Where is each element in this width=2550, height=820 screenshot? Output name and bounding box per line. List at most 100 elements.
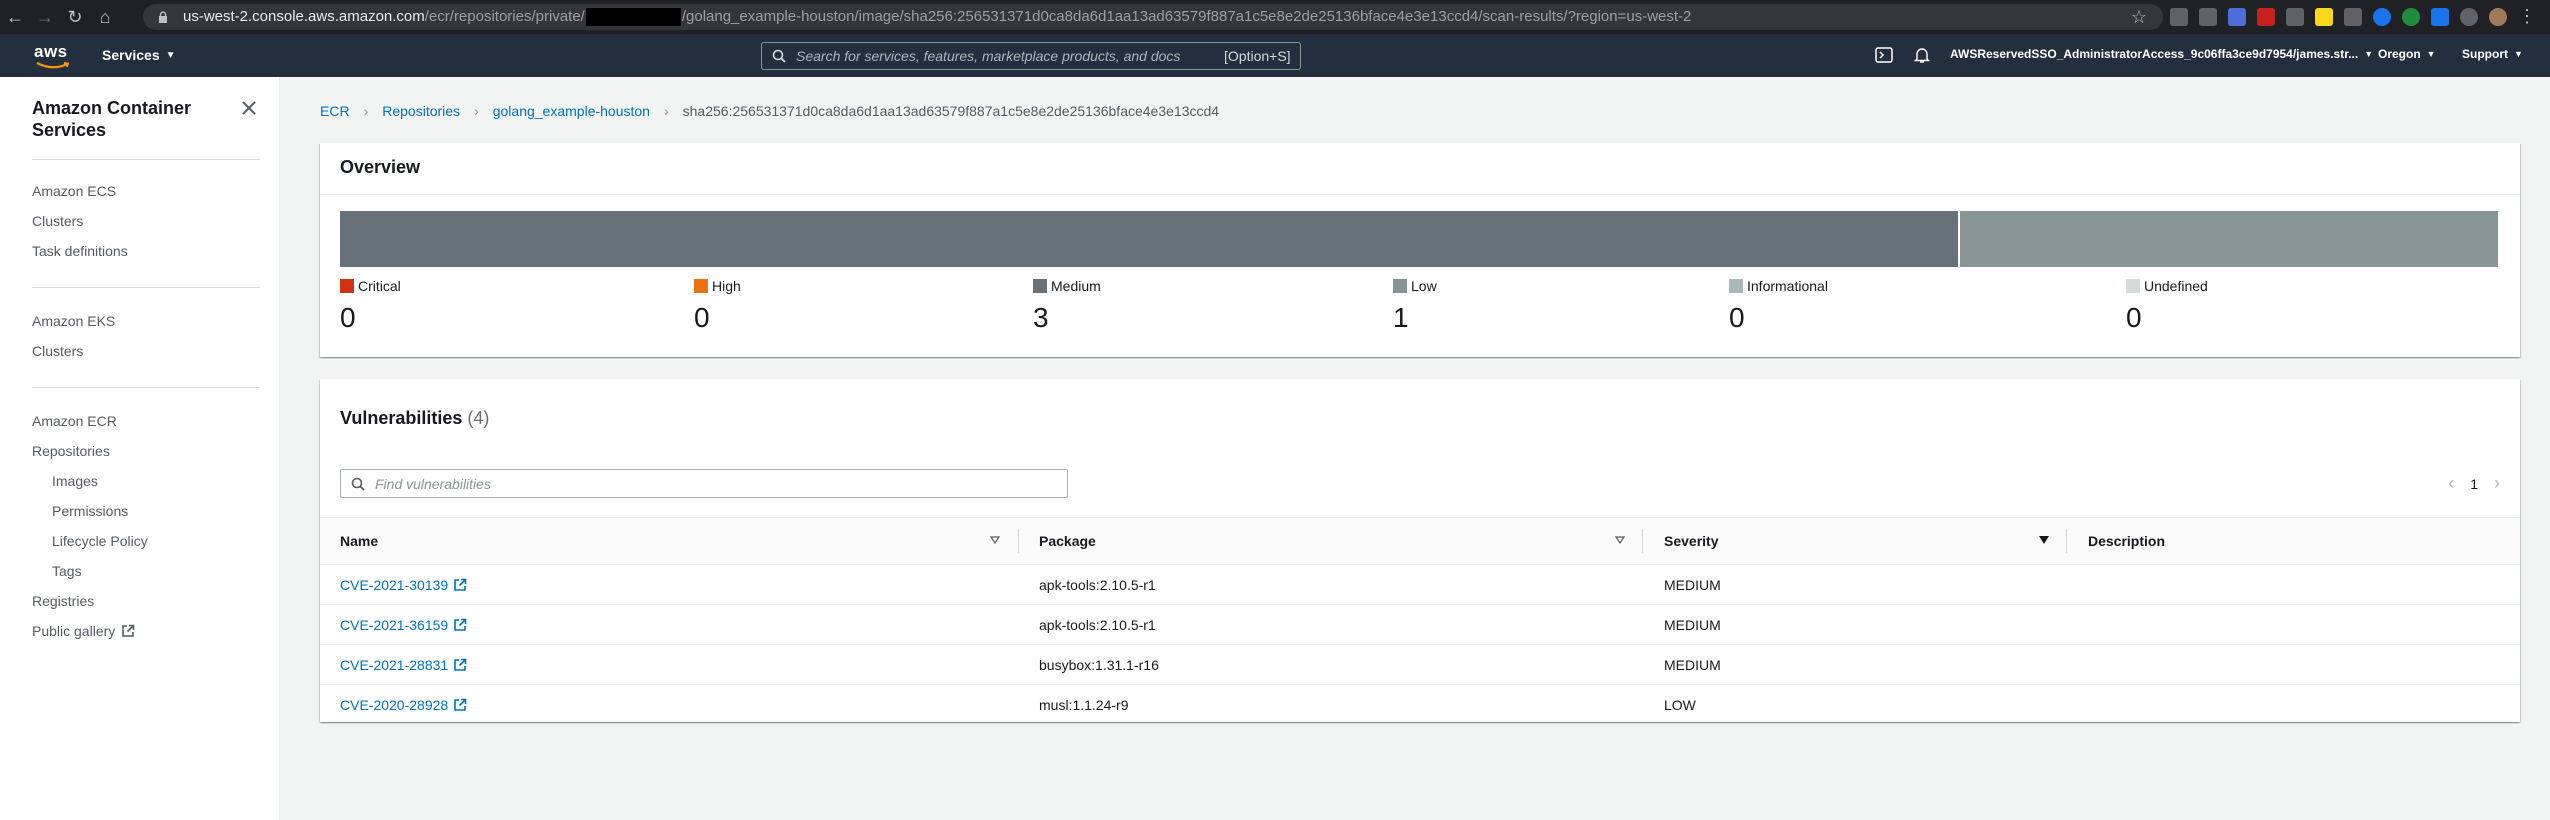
account-menu[interactable]: AWSReservedSSO_AdministratorAccess_9c06f… — [1950, 47, 2373, 61]
extension-icon[interactable] — [2228, 7, 2246, 26]
table-row: CVE-2021-36159 apk-tools:2.10.5-r1 MEDIU… — [320, 605, 2520, 645]
browser-toolbar: ← → ↻ ⌂ us-west-2.console.aws.amazon.com… — [0, 0, 2550, 34]
profile-avatar[interactable] — [2489, 7, 2507, 26]
sidebar-item-amazon-ecr[interactable]: Amazon ECR — [32, 413, 117, 429]
high-swatch — [694, 279, 708, 293]
sort-icon[interactable] — [1615, 536, 1625, 544]
severity-label: Low — [1411, 278, 1437, 294]
severity-medium: Medium 3 — [1033, 278, 1101, 334]
severity-cell: MEDIUM — [1664, 577, 1721, 593]
cloudshell-icon[interactable] — [1875, 47, 1893, 63]
aws-console-header: aws Services ▼ [Option+S] AWSReservedSSO… — [0, 34, 2550, 77]
sort-icon[interactable] — [990, 536, 1000, 544]
sidebar-item-eks-clusters[interactable]: Clusters — [32, 343, 83, 359]
back-icon[interactable]: ← — [0, 0, 30, 34]
sidebar-item-ecs-clusters[interactable]: Clusters — [32, 213, 83, 229]
filter-input[interactable] — [375, 475, 1035, 492]
sidebar-item-registries[interactable]: Registries — [32, 593, 94, 609]
chevron-right-icon[interactable]: › — [2494, 473, 2500, 494]
table-row: CVE-2021-28831 busybox:1.31.1-r16 MEDIUM — [320, 645, 2520, 685]
external-link-icon — [454, 578, 467, 591]
close-icon[interactable] — [238, 97, 260, 119]
side-navigation: Amazon Container Services Amazon ECS Clu… — [0, 77, 280, 820]
bookmark-star-icon[interactable]: ☆ — [2131, 7, 2147, 28]
severity-label: Undefined — [2144, 278, 2208, 294]
cve-id: CVE-2021-30139 — [340, 577, 449, 593]
divider — [320, 194, 2520, 195]
region-menu[interactable]: Oregon ▼ — [2378, 47, 2436, 61]
search-input[interactable] — [796, 48, 1216, 64]
sidebar-item-tags[interactable]: Tags — [52, 563, 82, 579]
breadcrumb-repositories[interactable]: Repositories — [382, 103, 460, 119]
column-header-name[interactable]: Name — [340, 533, 378, 549]
sort-descending-icon[interactable] — [2039, 536, 2049, 544]
support-menu[interactable]: Support ▼ — [2462, 47, 2523, 61]
cve-link[interactable]: CVE-2021-30139 — [340, 577, 467, 593]
severity-count: 0 — [2126, 302, 2142, 333]
extension-icon[interactable] — [2431, 7, 2449, 26]
extension-icon[interactable] — [2257, 7, 2275, 26]
cve-link[interactable]: CVE-2020-28928 — [340, 697, 467, 713]
column-divider — [2066, 529, 2067, 553]
severity-informational: Informational 0 — [1729, 278, 1828, 334]
search-shortcut: [Option+S] — [1224, 48, 1291, 64]
severity-distribution-bar — [340, 211, 2500, 267]
chevron-left-icon[interactable]: ‹ — [2448, 473, 2454, 494]
sidebar-item-amazon-ecs[interactable]: Amazon ECS — [32, 183, 116, 199]
sidebar-item-images[interactable]: Images — [52, 473, 98, 489]
sidebar-item-permissions[interactable]: Permissions — [52, 503, 128, 519]
extension-icon[interactable] — [2402, 7, 2420, 26]
extension-icon[interactable] — [2344, 7, 2362, 26]
puzzle-icon[interactable] — [2460, 7, 2478, 26]
aws-logo[interactable]: aws — [34, 42, 74, 70]
breadcrumb-image-digest: sha256:256531371d0ca8da6d1aa13ad63579f88… — [682, 103, 1220, 119]
cve-id: CVE-2020-28928 — [340, 697, 449, 713]
chevron-right-icon: › — [474, 103, 479, 119]
column-header-severity[interactable]: Severity — [1664, 533, 1718, 549]
vulnerabilities-count: (4) — [467, 408, 490, 428]
search-icon — [772, 49, 786, 63]
services-menu[interactable]: Services ▼ — [102, 47, 176, 63]
breadcrumb-repository[interactable]: golang_example-houston — [493, 103, 650, 119]
home-icon[interactable]: ⌂ — [90, 0, 120, 34]
column-header-package[interactable]: Package — [1039, 533, 1096, 549]
extension-icon[interactable] — [2199, 7, 2217, 26]
redacted-block — [585, 8, 681, 27]
url-text: us-west-2.console.aws.amazon.com/ecr/rep… — [183, 7, 1692, 27]
extension-icon[interactable] — [2315, 7, 2333, 26]
extension-icon[interactable] — [2170, 7, 2188, 26]
extension-icon[interactable] — [2373, 7, 2391, 26]
reload-icon[interactable]: ↻ — [60, 0, 90, 34]
vulnerabilities-panel: Vulnerabilities (4) ‹ 1 › Name Package S… — [320, 379, 2520, 722]
global-search[interactable]: [Option+S] — [761, 42, 1301, 70]
sidebar-item-task-definitions[interactable]: Task definitions — [32, 243, 128, 259]
page-number[interactable]: 1 — [2470, 476, 2478, 492]
chevron-right-icon: › — [663, 103, 669, 119]
sidebar-item-public-gallery[interactable]: Public gallery — [32, 623, 135, 639]
kebab-menu-icon[interactable]: ⋮ — [2518, 6, 2536, 27]
cve-link[interactable]: CVE-2021-36159 — [340, 617, 467, 633]
vulnerability-filter[interactable] — [340, 469, 1068, 498]
extensions-row: ⋮ — [2170, 6, 2536, 27]
sidebar-item-label: Public gallery — [32, 623, 116, 639]
lock-icon — [159, 11, 167, 23]
aws-smile-icon — [36, 62, 70, 69]
severity-count: 0 — [340, 302, 356, 333]
critical-swatch — [340, 279, 354, 293]
cve-link[interactable]: CVE-2021-28831 — [340, 657, 467, 673]
column-header-description[interactable]: Description — [2088, 533, 2165, 549]
medium-swatch — [1033, 279, 1047, 293]
sidebar-title: Amazon Container Services — [32, 98, 192, 140]
chevron-right-icon: › — [363, 103, 369, 119]
package-cell: musl:1.1.24-r9 — [1039, 697, 1129, 713]
bell-icon[interactable] — [1914, 46, 1930, 64]
address-bar[interactable]: us-west-2.console.aws.amazon.com/ecr/rep… — [143, 4, 2163, 30]
extension-icon[interactable] — [2286, 7, 2304, 26]
sidebar-item-repositories[interactable]: Repositories — [32, 443, 110, 459]
forward-icon[interactable]: → — [30, 0, 60, 34]
column-divider — [1642, 529, 1643, 553]
sidebar-item-amazon-eks[interactable]: Amazon EKS — [32, 313, 115, 329]
sidebar-item-lifecycle-policy[interactable]: Lifecycle Policy — [52, 533, 148, 549]
caret-down-icon: ▼ — [2514, 49, 2523, 59]
breadcrumb-ecr[interactable]: ECR — [320, 103, 350, 119]
